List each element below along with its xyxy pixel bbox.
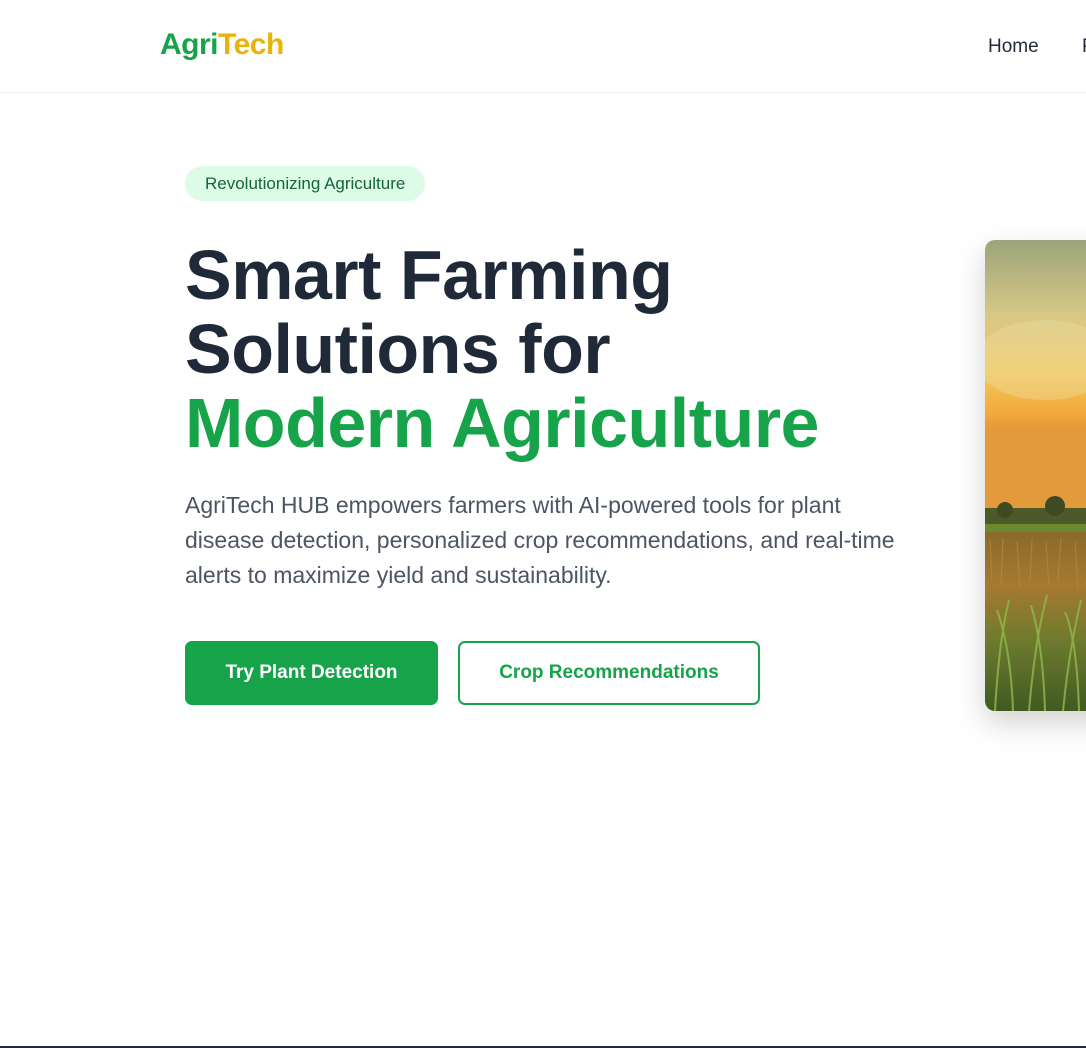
headline-accent: Modern Agriculture <box>185 384 820 462</box>
hero-field-image <box>985 240 1086 711</box>
hero-headline: Smart Farming Solutions for Modern Agric… <box>185 238 945 460</box>
try-plant-detection-button[interactable]: Try Plant Detection <box>185 641 438 705</box>
logo[interactable]: AgriTech <box>160 28 284 62</box>
crop-recommendations-button[interactable]: Crop Recommendations <box>458 641 760 705</box>
headline-line-1: Smart Farming <box>185 236 673 314</box>
sunset-field-illustration <box>985 240 1086 711</box>
navbar: AgriTech Home P <box>0 0 1086 93</box>
logo-agri: Agri <box>160 28 219 61</box>
headline-line-2: Solutions for <box>185 310 611 388</box>
hero-description: AgriTech HUB empowers farmers with AI-po… <box>185 492 895 588</box>
hero-badge: Revolutionizing Agriculture <box>185 166 426 201</box>
nav-link-home[interactable]: Home <box>988 36 1039 58</box>
nav-link-next[interactable]: P <box>1082 36 1086 58</box>
logo-tech: Tech <box>218 28 284 61</box>
